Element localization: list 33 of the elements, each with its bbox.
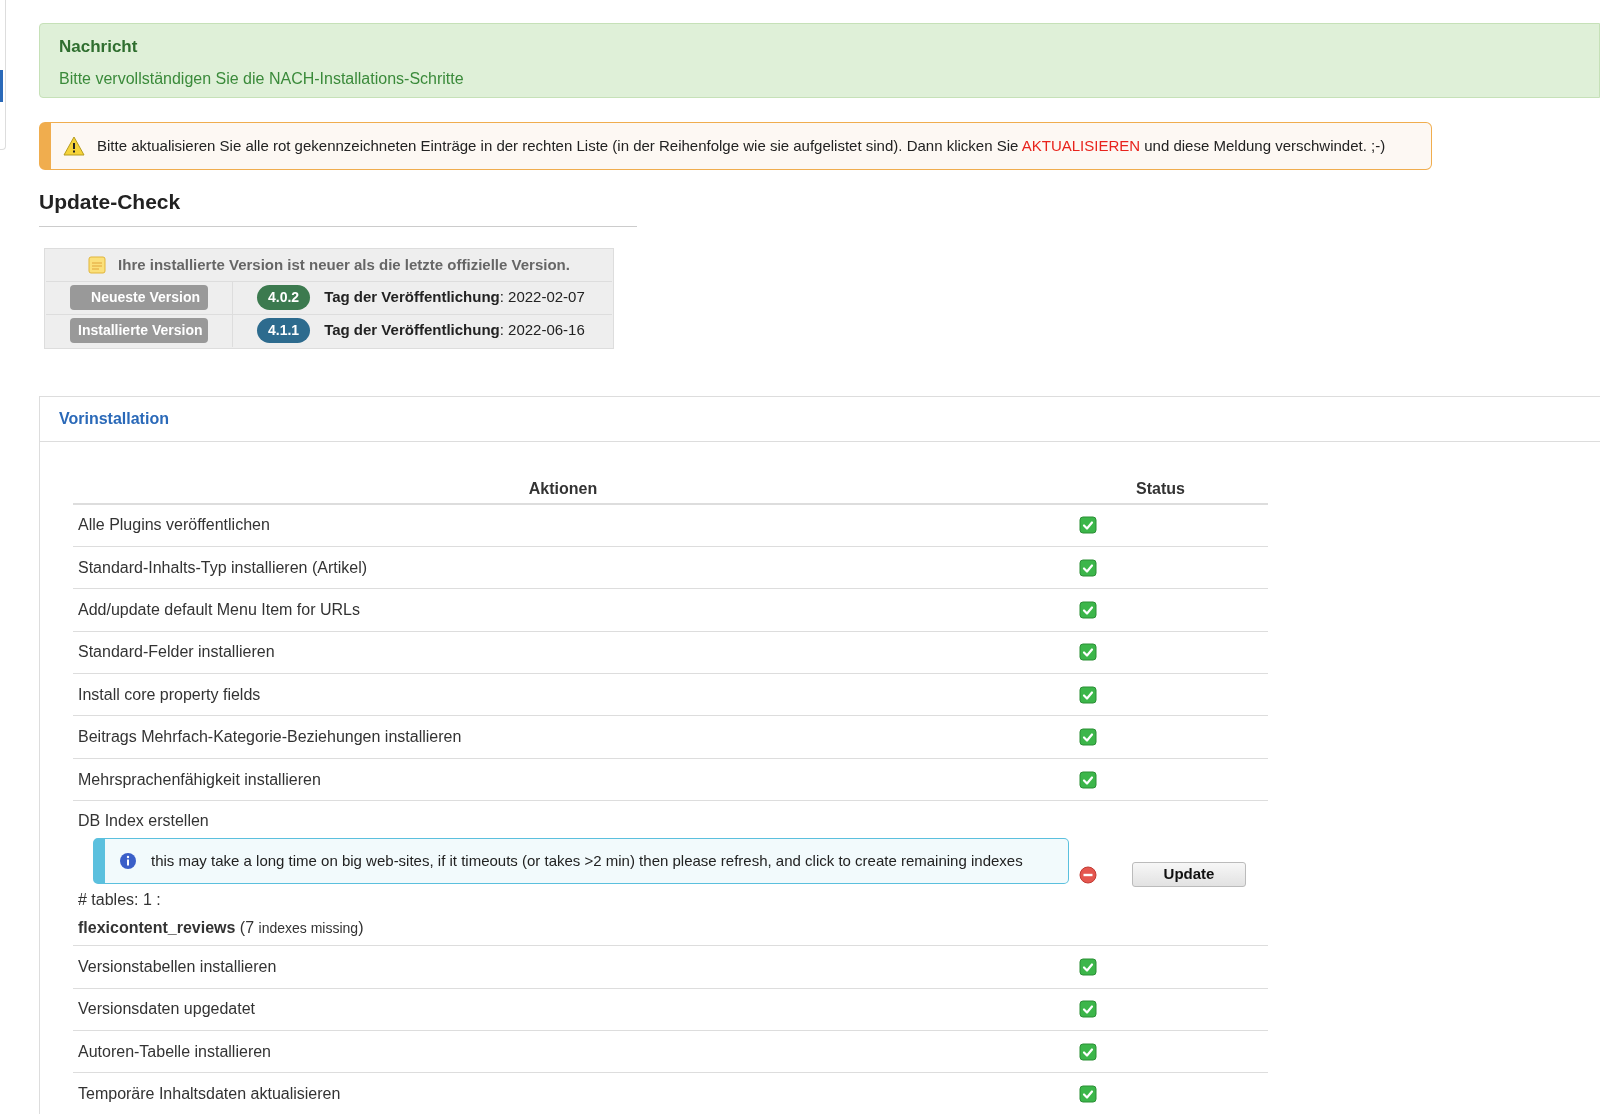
panel-title: Vorinstallation	[59, 408, 169, 429]
action-cell-text: Alle Plugins veröffentlichen	[77, 515, 271, 536]
info-icon	[119, 852, 137, 871]
action-cell-text: Standard-Felder installieren	[77, 642, 276, 663]
warning-text: Bitte aktualisieren Sie alle rot gekennzeichneten Einträge in der rechten Liste (in der Reihenfolge wie sie aufgelistet sind). Dann klicken Sie AKTUALISIEREN und diese Meldung verschwindet. ;-)	[97, 135, 1386, 156]
action-cell-text: Autoren-Tabelle installieren	[77, 1041, 272, 1062]
tables-count: # tables: 1 :	[78, 890, 162, 911]
version-badge: 4.1.1	[257, 318, 311, 343]
update-button[interactable]: Update	[1132, 862, 1246, 888]
note-icon	[88, 256, 107, 274]
warning-icon	[63, 136, 85, 156]
action-cell-text: DB Index erstellen	[78, 811, 210, 832]
action-cell-text: Temporäre Inhaltsdaten aktualisieren	[77, 1084, 342, 1105]
action-cell-text: Beitrags Mehrfach-Kategorie-Beziehungen installieren	[77, 727, 463, 748]
action-cell-text: Versionstabellen installieren	[77, 956, 278, 977]
action-cell-text: Standard-Inhalts-Typ installieren (Artikel)	[77, 557, 368, 578]
section-heading: Update-Check	[39, 186, 637, 227]
message-title: Nachricht	[59, 36, 139, 58]
column-header: Aktionen	[527, 478, 599, 499]
missing-index-text: flexicontent_reviews (7 indexes missing)	[78, 918, 365, 939]
action-cell-text: Versionsdaten upgedatet	[77, 999, 257, 1020]
message-text: Bitte vervollständigen Sie die NACH-Installations-Schritte	[59, 68, 465, 89]
release-date: Tag der Veröffentlichung: 2022-06-16	[324, 320, 585, 341]
release-date: Tag der Veröffentlichung: 2022-02-07	[324, 287, 585, 308]
column-header: Status	[1135, 478, 1186, 499]
version-notice: Ihre installierte Version ist neuer als die letzte offizielle Version.	[118, 254, 570, 275]
version-label: Neueste Version	[70, 285, 208, 310]
version-label: Installierte Version	[70, 318, 208, 343]
action-cell-text: Install core property fields	[77, 684, 262, 705]
version-badge: 4.0.2	[257, 285, 311, 310]
info-text: this may take a long time on big web-sites, if it timeouts (or takes >2 min) then please refresh, and click to create remaining indexes	[151, 851, 1023, 871]
action-cell-text: Add/update default Menu Item for URLs	[77, 599, 361, 620]
action-cell-text: Mehrsprachenfähigkeit installieren	[77, 769, 322, 790]
